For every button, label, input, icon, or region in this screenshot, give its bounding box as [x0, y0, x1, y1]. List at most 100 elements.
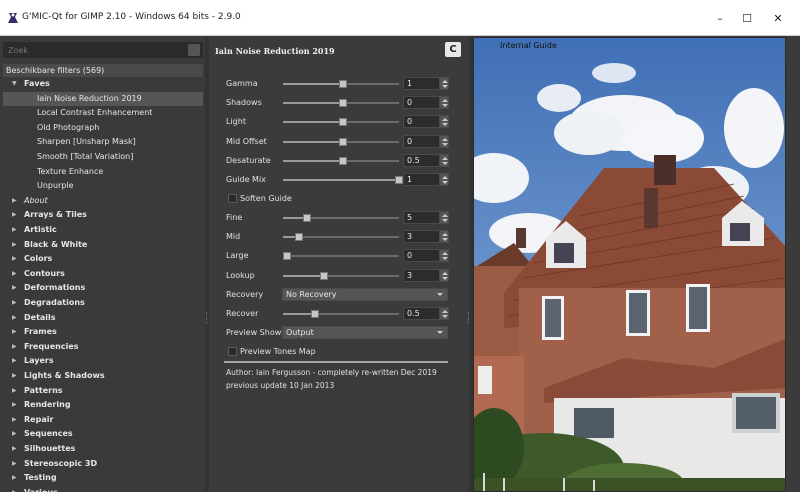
param-slider-handle[interactable]: [295, 233, 304, 242]
param-slider-handle[interactable]: [339, 80, 347, 88]
spin-arrows-icon[interactable]: [439, 115, 449, 129]
expand-right-icon[interactable]: ▶: [12, 398, 17, 412]
spin-arrows-icon[interactable]: [439, 96, 449, 110]
close-button[interactable]: ✕: [763, 8, 793, 28]
category-folder[interactable]: ▶ Stereoscopic 3D: [3, 457, 203, 471]
category-folder[interactable]: ▶ Silhouettes: [3, 442, 203, 456]
recovery-value: No Recovery: [286, 290, 337, 299]
spin-arrows-icon[interactable]: [439, 211, 449, 224]
spin-arrows-icon[interactable]: [439, 134, 449, 148]
category-folder[interactable]: ▶ Details: [3, 311, 203, 325]
recover-slider[interactable]: [283, 310, 399, 318]
category-folder[interactable]: ▶ Patterns: [3, 384, 203, 398]
maximize-button[interactable]: ☐: [732, 8, 762, 28]
param-slider-handle[interactable]: [339, 137, 347, 146]
category-folder[interactable]: ▶ Deformations: [3, 281, 203, 295]
param-slider-handle[interactable]: [395, 176, 403, 184]
category-folder[interactable]: ▶ Testing: [3, 471, 203, 485]
category-folder[interactable]: ▶ Contours: [3, 267, 203, 281]
recovery-select[interactable]: No Recovery: [282, 288, 448, 301]
category-folder[interactable]: ▶ Repair: [3, 413, 203, 427]
param-slider[interactable]: [283, 156, 399, 165]
search-box[interactable]: [3, 42, 203, 58]
category-folder[interactable]: ▶ Rendering: [3, 398, 203, 412]
category-folder[interactable]: ▶ About: [3, 194, 203, 208]
category-folder[interactable]: ▶ Frequencies: [3, 340, 203, 354]
param-slider-handle[interactable]: [339, 118, 347, 127]
spin-arrows-icon[interactable]: [439, 230, 449, 244]
spin-arrows-icon[interactable]: [439, 153, 449, 167]
param-slider-handle[interactable]: [283, 252, 291, 261]
expand-right-icon[interactable]: ▶: [12, 457, 17, 471]
param-slider[interactable]: [283, 80, 399, 88]
expand-right-icon[interactable]: ▶: [12, 340, 17, 354]
category-folder[interactable]: ▶ Arrays & Tiles: [3, 208, 203, 222]
expand-right-icon[interactable]: ▶: [12, 238, 17, 252]
expand-right-icon[interactable]: ▶: [12, 354, 17, 368]
filter-item[interactable]: Texture Enhance: [3, 165, 203, 179]
filter-item[interactable]: Iain Noise Reduction 2019: [3, 91, 203, 106]
recover-spin-arrows[interactable]: [439, 307, 449, 320]
splitter-grip[interactable]: [206, 312, 208, 324]
param-slider[interactable]: [283, 99, 399, 108]
expand-right-icon[interactable]: ▶: [12, 486, 17, 492]
expand-right-icon[interactable]: ▶: [12, 194, 17, 208]
reset-icon[interactable]: C: [445, 42, 461, 57]
splitter-grip[interactable]: [468, 312, 470, 324]
spin-arrows-icon[interactable]: [439, 77, 449, 90]
param-slider[interactable]: [283, 118, 399, 127]
expand-right-icon[interactable]: ▶: [12, 442, 17, 456]
minimize-button[interactable]: –: [705, 8, 735, 28]
category-folder[interactable]: ▶ Artistic: [3, 223, 203, 237]
expand-right-icon[interactable]: ▶: [12, 267, 17, 281]
category-folder[interactable]: ▶ Sequences: [3, 427, 203, 441]
param-slider-handle[interactable]: [339, 99, 347, 108]
param-slider-handle[interactable]: [319, 271, 328, 280]
expand-right-icon[interactable]: ▶: [12, 296, 17, 310]
expand-right-icon[interactable]: ▶: [12, 281, 17, 295]
param-slider[interactable]: [283, 176, 403, 184]
param-slider[interactable]: [283, 137, 399, 146]
expand-right-icon[interactable]: ▶: [12, 427, 17, 441]
filter-item[interactable]: Unpurple: [3, 179, 203, 193]
param-slider-handle[interactable]: [339, 156, 347, 165]
category-folder[interactable]: ▶ Frames: [3, 325, 203, 339]
soften-guide-checkbox[interactable]: [228, 194, 237, 203]
category-folder[interactable]: ▶ Various: [3, 486, 203, 492]
expand-right-icon[interactable]: ▶: [12, 223, 17, 237]
expand-right-icon[interactable]: ▶: [12, 471, 17, 485]
expand-right-icon[interactable]: ▶: [12, 384, 17, 398]
recover-slider-handle[interactable]: [311, 310, 319, 318]
preview-pane[interactable]: Internal Guide: [473, 37, 786, 492]
category-folder[interactable]: ▼ Faves: [3, 77, 203, 91]
preview-tones-map-checkbox[interactable]: [228, 347, 237, 356]
param-slider[interactable]: [283, 252, 399, 261]
expand-right-icon[interactable]: ▶: [12, 208, 17, 222]
preview-shows-select[interactable]: Output: [282, 326, 448, 339]
expand-right-icon[interactable]: ▶: [12, 325, 17, 339]
expand-down-icon[interactable]: ▼: [12, 77, 17, 91]
spin-arrows-icon[interactable]: [439, 173, 449, 186]
search-icon[interactable]: [188, 44, 200, 56]
filter-item[interactable]: Old Photograph: [3, 121, 203, 135]
spin-arrows-icon[interactable]: [439, 249, 449, 263]
param-slider[interactable]: [283, 214, 399, 222]
param-slider[interactable]: [283, 271, 399, 280]
expand-right-icon[interactable]: ▶: [12, 252, 17, 266]
category-folder[interactable]: ▶ Degradations: [3, 296, 203, 310]
filter-item[interactable]: Smooth [Total Variation]: [3, 150, 203, 164]
expand-right-icon[interactable]: ▶: [12, 369, 17, 383]
expand-right-icon[interactable]: ▶: [12, 311, 17, 325]
category-folder[interactable]: ▶ Lights & Shadows: [3, 369, 203, 383]
category-folder[interactable]: ▶ Layers: [3, 354, 203, 368]
search-input[interactable]: [4, 43, 184, 57]
param-slider[interactable]: [283, 233, 399, 242]
expand-right-icon[interactable]: ▶: [12, 413, 17, 427]
spin-arrows-icon[interactable]: [439, 268, 449, 282]
param-slider-handle[interactable]: [303, 214, 312, 222]
tree-item-label: Details: [24, 312, 56, 322]
category-folder[interactable]: ▶ Black & White: [3, 238, 203, 252]
filter-item[interactable]: Local Contrast Enhancement: [3, 106, 203, 120]
filter-item[interactable]: Sharpen [Unsharp Mask]: [3, 135, 203, 149]
category-folder[interactable]: ▶ Colors: [3, 252, 203, 266]
